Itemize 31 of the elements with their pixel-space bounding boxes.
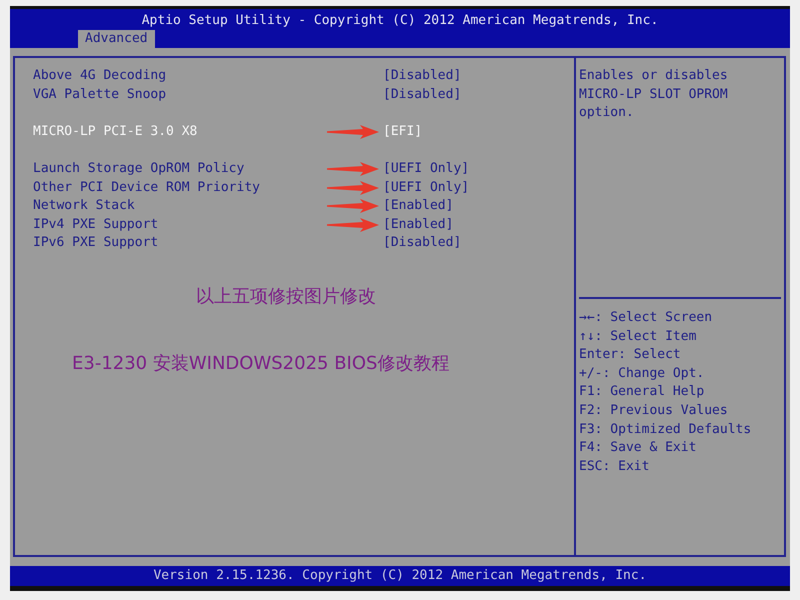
setting-label[interactable]: MICRO-LP PCI-E 3.0 X8 (33, 122, 198, 142)
key-hint: F3: Optimized Defaults (579, 420, 752, 439)
menu-tab[interactable]: Advanced (78, 30, 155, 48)
setting-label[interactable]: Launch Storage OpROM Policy (33, 160, 244, 179)
setting-label[interactable]: IPv6 PXE Support (33, 234, 158, 253)
annotation-text: 以上五项修按图片修改 (196, 284, 376, 309)
setting-value[interactable]: [Disabled] (383, 86, 462, 104)
annotation-text: E3-1230 安装WINDOWS2025 BIOS修改教程 (72, 352, 450, 376)
key-hint: +/-: Change Opt. (579, 364, 704, 383)
setting-value[interactable]: [Enabled] (383, 197, 454, 216)
setting-value[interactable]: [Enabled] (383, 216, 454, 234)
key-hint: F4: Save & Exit (579, 439, 696, 458)
setting-label[interactable]: IPv4 PXE Support (33, 216, 158, 234)
window-title: Aptio Setup Utility - Copyright (C) 2012 American Megatrends, Inc. (140, 12, 660, 30)
key-hint: Enter: Select (579, 346, 681, 364)
setting-label[interactable]: Network Stack (33, 197, 135, 216)
key-hint: ESC: Exit (579, 458, 650, 476)
key-hint: F2: Previous Values (579, 402, 728, 420)
key-hint: F1: General Help (579, 383, 704, 402)
key-hint: →←: Select Screen (579, 309, 712, 327)
setting-value[interactable]: [Disabled] (383, 67, 462, 86)
setting-label[interactable]: VGA Palette Snoop (33, 86, 166, 104)
setting-value[interactable]: [UEFI Only] (383, 160, 470, 179)
version-text: Version 2.15.1236. Copyright (C) 2012 American Megatrends, Inc. (153, 567, 647, 585)
setting-value[interactable]: [UEFI Only] (383, 178, 470, 198)
help-text: Enables or disables MICRO-LP SLOT OPROM option. (579, 67, 729, 122)
setting-label[interactable]: Above 4G Decoding (33, 67, 166, 86)
setting-value[interactable]: [EFI] (383, 122, 422, 142)
setting-value[interactable]: [Disabled] (383, 234, 462, 253)
setting-label[interactable]: Other PCI Device ROM Priority (33, 178, 260, 198)
key-hint: ↑↓: Select Item (579, 328, 696, 346)
